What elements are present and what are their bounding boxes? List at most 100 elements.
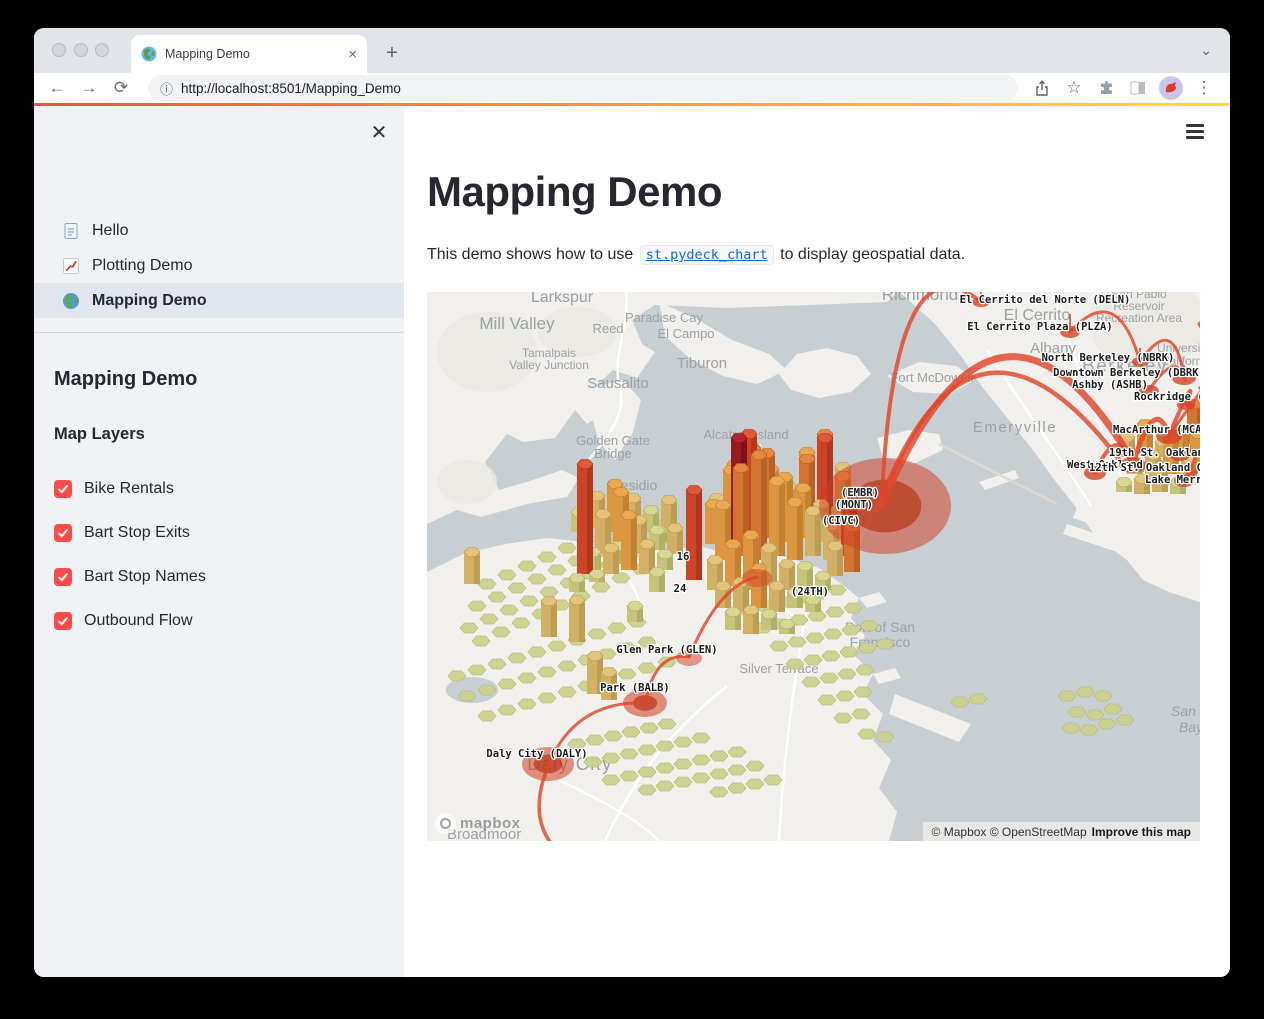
hex-cell bbox=[558, 661, 576, 671]
checkbox-checked[interactable] bbox=[54, 612, 72, 630]
checkbox-checked[interactable] bbox=[54, 568, 72, 586]
chart-icon bbox=[62, 257, 80, 275]
window-minimize-button[interactable] bbox=[74, 43, 88, 57]
hex-cell bbox=[468, 601, 486, 611]
intro-prefix: This demo shows how to use bbox=[427, 246, 638, 263]
browser-toolbar: ← → ⟳ ⓘ http://localhost:8501/Mapping_De… bbox=[34, 73, 1230, 103]
hex-cell bbox=[586, 735, 604, 745]
sidebar-close-icon[interactable]: ✕ bbox=[367, 120, 391, 144]
hex-cell bbox=[836, 691, 854, 701]
tab-strip: Mapping Demo × + ⌄ bbox=[34, 28, 1230, 73]
hex-cell bbox=[638, 767, 656, 777]
checkbox-checked[interactable] bbox=[54, 480, 72, 498]
sidebar-item-hello[interactable]: Hello bbox=[34, 213, 404, 248]
map-layers-heading: Map Layers bbox=[54, 425, 145, 444]
share-icon[interactable] bbox=[1029, 75, 1055, 101]
layer-label[interactable]: Bart Stop Exits bbox=[84, 524, 190, 542]
hex-cell bbox=[602, 775, 620, 785]
hex-cell bbox=[508, 653, 526, 663]
hex-column bbox=[805, 507, 821, 557]
attribution-text[interactable]: © Mapbox © OpenStreetMap bbox=[932, 825, 1087, 839]
hex-cell bbox=[818, 695, 836, 705]
pydeck-chart-link[interactable]: st.pydeck_chart bbox=[640, 245, 774, 265]
hex-column bbox=[603, 544, 619, 575]
browser-menu-icon[interactable]: ⋮ bbox=[1191, 75, 1217, 101]
map-town-label: San Francisco bbox=[1171, 703, 1200, 719]
side-panel-icon[interactable] bbox=[1125, 75, 1151, 101]
hex-column bbox=[569, 574, 585, 593]
browser-window: Mapping Demo × + ⌄ ← → ⟳ ⓘ http://localh… bbox=[34, 28, 1230, 977]
layer-label[interactable]: Bart Stop Names bbox=[84, 568, 206, 586]
hex-cell bbox=[876, 732, 894, 742]
bookmark-star-icon[interactable]: ☆ bbox=[1061, 75, 1087, 101]
intro-suffix: to display geospatial data. bbox=[776, 246, 965, 263]
hex-cell bbox=[764, 775, 782, 785]
reload-button[interactable]: ⟳ bbox=[108, 75, 134, 101]
forward-button[interactable]: → bbox=[76, 75, 102, 101]
bart-station-label: Glen Park (GLEN) bbox=[616, 644, 717, 656]
hex-cell bbox=[808, 611, 826, 621]
sidebar-divider bbox=[34, 332, 404, 333]
new-tab-button[interactable]: + bbox=[378, 39, 406, 67]
hex-cell bbox=[1076, 687, 1094, 697]
map-terrain-shade bbox=[437, 460, 497, 504]
tab-close-icon[interactable]: × bbox=[348, 46, 357, 63]
site-info-icon[interactable]: ⓘ bbox=[160, 79, 173, 98]
app-menu-icon[interactable] bbox=[1186, 124, 1204, 139]
hex-cell bbox=[608, 623, 626, 633]
hex-cell bbox=[770, 641, 788, 651]
hex-cell bbox=[674, 737, 692, 747]
hex-cell bbox=[728, 765, 746, 775]
map-town-label: Mill Valley bbox=[479, 314, 555, 333]
hex-cell bbox=[528, 647, 546, 657]
map-town-label: Bridge bbox=[594, 446, 632, 461]
tab-title: Mapping Demo bbox=[165, 47, 348, 61]
hex-cell bbox=[1062, 723, 1080, 733]
hex-column bbox=[541, 597, 557, 638]
hex-cell bbox=[856, 665, 874, 675]
mapbox-logo[interactable]: mapbox bbox=[435, 813, 521, 834]
hex-cell bbox=[728, 747, 746, 757]
profile-avatar[interactable] bbox=[1159, 76, 1183, 100]
hex-column bbox=[827, 542, 843, 577]
improve-map-link[interactable]: Improve this map bbox=[1092, 825, 1191, 839]
window-close-button[interactable] bbox=[52, 43, 66, 57]
hex-cell bbox=[802, 677, 820, 687]
bart-station-label: 19th St. Oakland bbox=[1109, 447, 1200, 459]
hex-cell bbox=[620, 771, 638, 781]
bart-station-label: Downtown Berkeley (DBRK) bbox=[1053, 367, 1200, 379]
map-town-label: Paradise Cay bbox=[625, 310, 704, 325]
back-button[interactable]: ← bbox=[44, 75, 70, 101]
hex-cell bbox=[548, 565, 566, 575]
layer-label[interactable]: Outbound Flow bbox=[84, 612, 193, 630]
sidebar-title: Mapping Demo bbox=[54, 368, 197, 391]
checkbox-checked[interactable] bbox=[54, 524, 72, 542]
window-zoom-button[interactable] bbox=[95, 43, 109, 57]
tab-search-chevron-icon[interactable]: ⌄ bbox=[1200, 42, 1212, 59]
hex-cell bbox=[804, 655, 822, 665]
sidebar-item-plotting-demo[interactable]: Plotting Demo bbox=[34, 248, 404, 283]
map-town-label: El Campo bbox=[657, 326, 714, 341]
extensions-puzzle-icon[interactable] bbox=[1093, 75, 1119, 101]
page-icon bbox=[62, 222, 80, 240]
bart-station-label: (CIVC) bbox=[822, 515, 860, 527]
hex-column bbox=[1116, 478, 1132, 493]
sidebar-item-mapping-demo[interactable]: Mapping Demo bbox=[34, 283, 404, 318]
hex-column bbox=[589, 570, 605, 583]
bart-station-label: (EMBR) bbox=[841, 487, 879, 499]
hex-cell bbox=[1116, 715, 1134, 725]
hex-cell bbox=[518, 561, 536, 571]
hex-cell bbox=[854, 687, 872, 697]
hex-cell bbox=[498, 570, 516, 580]
hex-cell bbox=[710, 769, 728, 779]
browser-tab[interactable]: Mapping Demo × bbox=[131, 35, 367, 73]
map-town-label: Sausalito bbox=[587, 375, 649, 392]
hex-cell bbox=[512, 618, 530, 628]
pydeck-map[interactable]: LarkspurRichmondSan PabloReservoirRecrea… bbox=[427, 292, 1200, 841]
address-bar[interactable]: ⓘ http://localhost:8501/Mapping_Demo bbox=[148, 75, 1018, 101]
layer-row-outbound-flow: Outbound Flow bbox=[54, 599, 384, 643]
hex-cell bbox=[538, 552, 556, 562]
layer-label[interactable]: Bike Rentals bbox=[84, 480, 174, 498]
hex-cell bbox=[969, 694, 987, 704]
url-text[interactable]: http://localhost:8501/Mapping_Demo bbox=[181, 81, 401, 96]
